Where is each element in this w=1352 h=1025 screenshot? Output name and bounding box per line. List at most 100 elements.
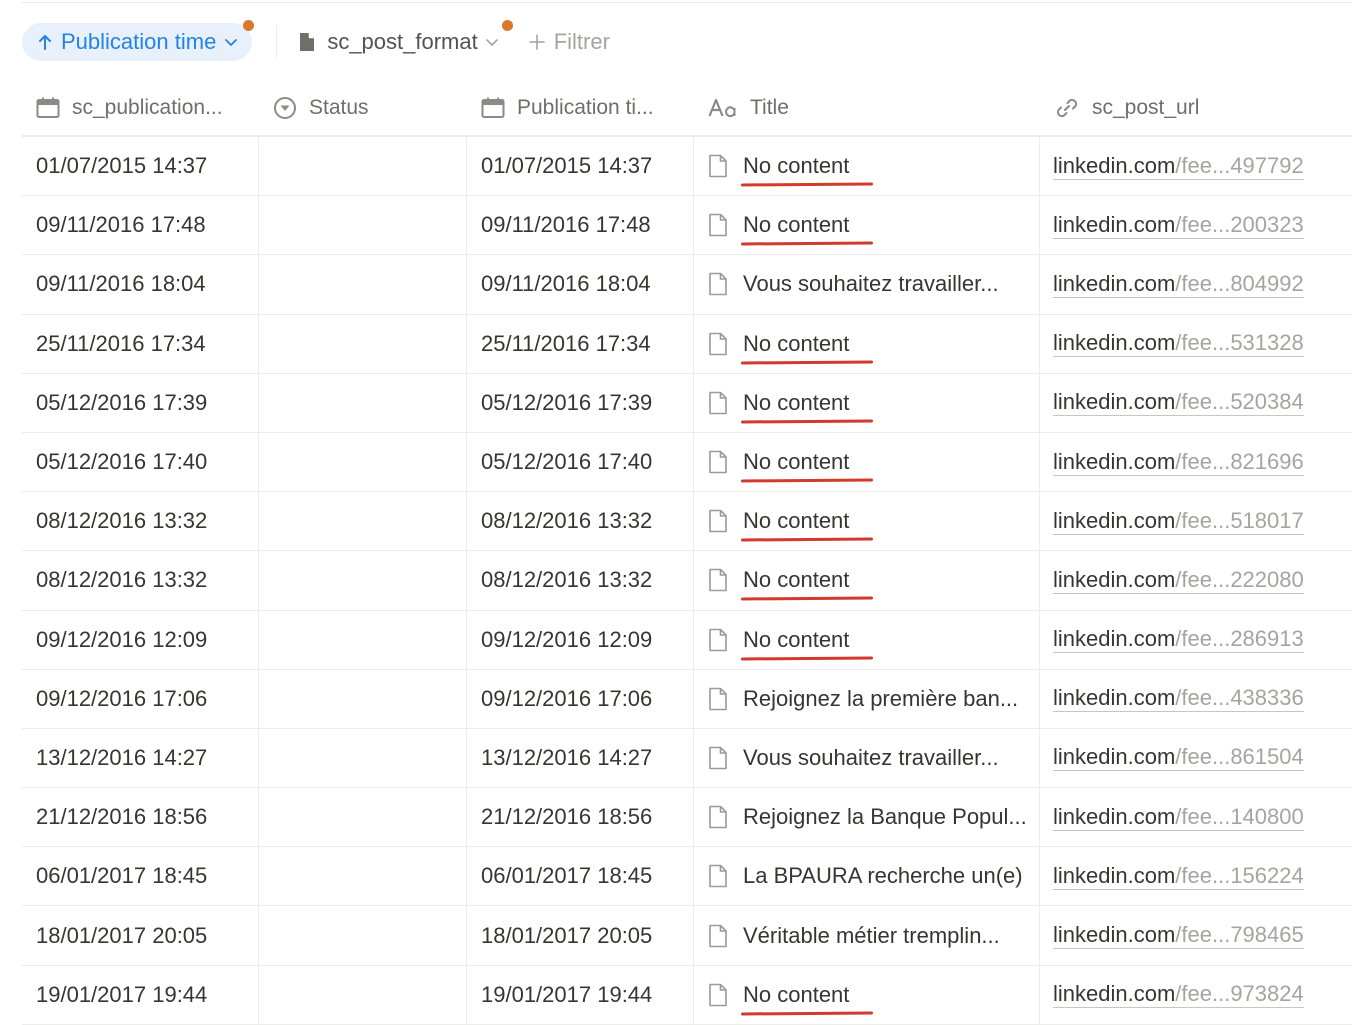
- cell-title[interactable]: No content: [694, 492, 1040, 551]
- page-title-link[interactable]: Rejoignez la Banque Popul...: [743, 804, 1027, 830]
- post-url-link[interactable]: linkedin.com/fee...222080: [1053, 567, 1304, 594]
- table-row[interactable]: 08/12/2016 13:32 08/12/2016 13:32 No con…: [22, 551, 1352, 611]
- page-title-link[interactable]: No content: [743, 567, 849, 593]
- cell-publication-time[interactable]: 19/01/2017 19:44: [467, 965, 694, 1024]
- cell-sc-post-url[interactable]: linkedin.com/fee...497792: [1040, 137, 1352, 195]
- cell-title[interactable]: No content: [694, 137, 1040, 196]
- cell-sc-post-url[interactable]: linkedin.com/fee...438336: [1040, 670, 1352, 728]
- page-title-link[interactable]: No content: [743, 153, 849, 179]
- post-url-link[interactable]: linkedin.com/fee...821696: [1053, 449, 1304, 476]
- table-row[interactable]: 09/12/2016 17:06 09/12/2016 17:06 Rejoig…: [22, 669, 1352, 729]
- cell-sc-publication[interactable]: 21/12/2016 18:56: [22, 788, 259, 847]
- cell-sc-post-url[interactable]: linkedin.com/fee...861504: [1040, 729, 1352, 787]
- cell-status[interactable]: [259, 669, 467, 728]
- cell-title[interactable]: No content: [694, 610, 1040, 669]
- cell-title[interactable]: Vous souhaitez travailler...: [694, 728, 1040, 788]
- post-url-link[interactable]: linkedin.com/fee...531328: [1053, 330, 1304, 358]
- cell-sc-publication[interactable]: 05/12/2016 17:40: [22, 432, 259, 492]
- cell-sc-post-url[interactable]: linkedin.com/fee...798465: [1040, 906, 1352, 964]
- cell-status[interactable]: [259, 965, 467, 1024]
- cell-status[interactable]: [259, 847, 467, 906]
- cell-sc-publication[interactable]: 01/07/2015 14:37: [22, 137, 259, 196]
- post-url-link[interactable]: linkedin.com/fee...286913: [1053, 626, 1304, 654]
- cell-sc-post-url[interactable]: linkedin.com/fee...286913: [1040, 611, 1352, 669]
- cell-status[interactable]: [259, 255, 467, 314]
- cell-sc-publication[interactable]: 09/12/2016 17:06: [22, 669, 259, 728]
- cell-title[interactable]: Rejoignez la Banque Popul...: [694, 788, 1040, 847]
- cell-sc-publication[interactable]: 13/12/2016 14:27: [22, 728, 259, 788]
- post-url-link[interactable]: linkedin.com/fee...156224: [1053, 863, 1304, 890]
- post-url-link[interactable]: linkedin.com/fee...140800: [1053, 804, 1304, 831]
- cell-publication-time[interactable]: 09/12/2016 17:06: [467, 669, 694, 728]
- table-row[interactable]: 09/11/2016 18:04 09/11/2016 18:04 Vous s…: [22, 255, 1352, 315]
- page-title-link[interactable]: No content: [743, 212, 849, 238]
- cell-title[interactable]: Véritable métier tremplin...: [694, 906, 1040, 965]
- cell-title[interactable]: No content: [694, 551, 1040, 610]
- page-title-link[interactable]: La BPAURA recherche un(e): [743, 863, 1023, 889]
- page-title-link[interactable]: No content: [743, 982, 849, 1008]
- table-row[interactable]: 05/12/2016 17:39 05/12/2016 17:39 No con…: [22, 373, 1352, 433]
- table-row[interactable]: 19/01/2017 19:44 19/01/2017 19:44 No con…: [22, 965, 1352, 1025]
- cell-sc-post-url[interactable]: linkedin.com/fee...156224: [1040, 847, 1352, 905]
- cell-sc-publication[interactable]: 09/12/2016 12:09: [22, 610, 259, 669]
- cell-publication-time[interactable]: 13/12/2016 14:27: [467, 728, 694, 788]
- table-row[interactable]: 09/12/2016 12:09 09/12/2016 12:09 No con…: [22, 610, 1352, 670]
- table-row[interactable]: 08/12/2016 13:32 08/12/2016 13:32 No con…: [22, 492, 1352, 552]
- cell-title[interactable]: La BPAURA recherche un(e): [694, 847, 1040, 906]
- page-title-link[interactable]: Vous souhaitez travailler...: [743, 271, 999, 297]
- cell-publication-time[interactable]: 18/01/2017 20:05: [467, 906, 694, 965]
- cell-publication-time[interactable]: 21/12/2016 18:56: [467, 788, 694, 847]
- cell-status[interactable]: [259, 788, 467, 847]
- page-title-link[interactable]: No content: [743, 627, 849, 653]
- cell-status[interactable]: [259, 314, 467, 373]
- cell-sc-post-url[interactable]: linkedin.com/fee...140800: [1040, 788, 1352, 846]
- post-url-link[interactable]: linkedin.com/fee...200323: [1053, 212, 1304, 239]
- post-url-link[interactable]: linkedin.com/fee...804992: [1053, 271, 1304, 298]
- cell-status[interactable]: [259, 728, 467, 788]
- post-url-link[interactable]: linkedin.com/fee...518017: [1053, 508, 1304, 535]
- page-title-link[interactable]: Véritable métier tremplin...: [743, 923, 1000, 949]
- cell-status[interactable]: [259, 551, 467, 610]
- page-title-link[interactable]: No content: [743, 331, 849, 357]
- cell-sc-post-url[interactable]: linkedin.com/fee...531328: [1040, 315, 1352, 373]
- post-url-link[interactable]: linkedin.com/fee...520384: [1053, 389, 1304, 417]
- cell-sc-post-url[interactable]: linkedin.com/fee...973824: [1040, 966, 1352, 1024]
- cell-title[interactable]: No content: [694, 373, 1040, 432]
- cell-publication-time[interactable]: 08/12/2016 13:32: [467, 492, 694, 551]
- cell-publication-time[interactable]: 05/12/2016 17:39: [467, 373, 694, 432]
- cell-sc-publication[interactable]: 18/01/2017 20:05: [22, 906, 259, 965]
- column-header-status[interactable]: Status: [259, 81, 467, 135]
- cell-sc-publication[interactable]: 19/01/2017 19:44: [22, 965, 259, 1024]
- column-header-publication-time[interactable]: Publication ti...: [467, 81, 694, 135]
- cell-title[interactable]: No content: [694, 965, 1040, 1024]
- cell-status[interactable]: [259, 432, 467, 492]
- cell-sc-publication[interactable]: 09/11/2016 18:04: [22, 255, 259, 314]
- cell-status[interactable]: [259, 610, 467, 669]
- page-title-link[interactable]: No content: [743, 449, 849, 475]
- add-filter-button[interactable]: Filtrer: [528, 23, 610, 61]
- column-header-sc-post-url[interactable]: sc_post_url: [1040, 81, 1352, 135]
- cell-sc-post-url[interactable]: linkedin.com/fee...804992: [1040, 255, 1352, 313]
- cell-sc-post-url[interactable]: linkedin.com/fee...821696: [1040, 433, 1352, 491]
- sort-chip-publication-time[interactable]: Publication time: [22, 20, 255, 61]
- table-row[interactable]: 25/11/2016 17:34 25/11/2016 17:34 No con…: [22, 314, 1352, 374]
- cell-publication-time[interactable]: 05/12/2016 17:40: [467, 432, 694, 492]
- page-title-link[interactable]: Vous souhaitez travailler...: [743, 745, 999, 771]
- page-title-link[interactable]: No content: [743, 508, 849, 534]
- column-header-sc-publication[interactable]: sc_publication...: [22, 81, 259, 135]
- post-url-link[interactable]: linkedin.com/fee...497792: [1053, 153, 1304, 180]
- cell-sc-publication[interactable]: 05/12/2016 17:39: [22, 373, 259, 432]
- page-title-link[interactable]: Rejoignez la première ban...: [743, 686, 1018, 712]
- cell-title[interactable]: Rejoignez la première ban...: [694, 669, 1040, 728]
- table-row[interactable]: 05/12/2016 17:40 05/12/2016 17:40 No con…: [22, 432, 1352, 493]
- cell-title[interactable]: Vous souhaitez travailler...: [694, 255, 1040, 314]
- cell-status[interactable]: [259, 196, 467, 255]
- cell-sc-publication[interactable]: 08/12/2016 13:32: [22, 551, 259, 610]
- cell-status[interactable]: [259, 137, 467, 196]
- cell-sc-publication[interactable]: 08/12/2016 13:32: [22, 492, 259, 551]
- property-chip-sc-post-format[interactable]: sc_post_format: [299, 20, 513, 61]
- cell-publication-time[interactable]: 25/11/2016 17:34: [467, 314, 694, 373]
- cell-status[interactable]: [259, 492, 467, 551]
- cell-status[interactable]: [259, 373, 467, 432]
- cell-publication-time[interactable]: 08/12/2016 13:32: [467, 551, 694, 610]
